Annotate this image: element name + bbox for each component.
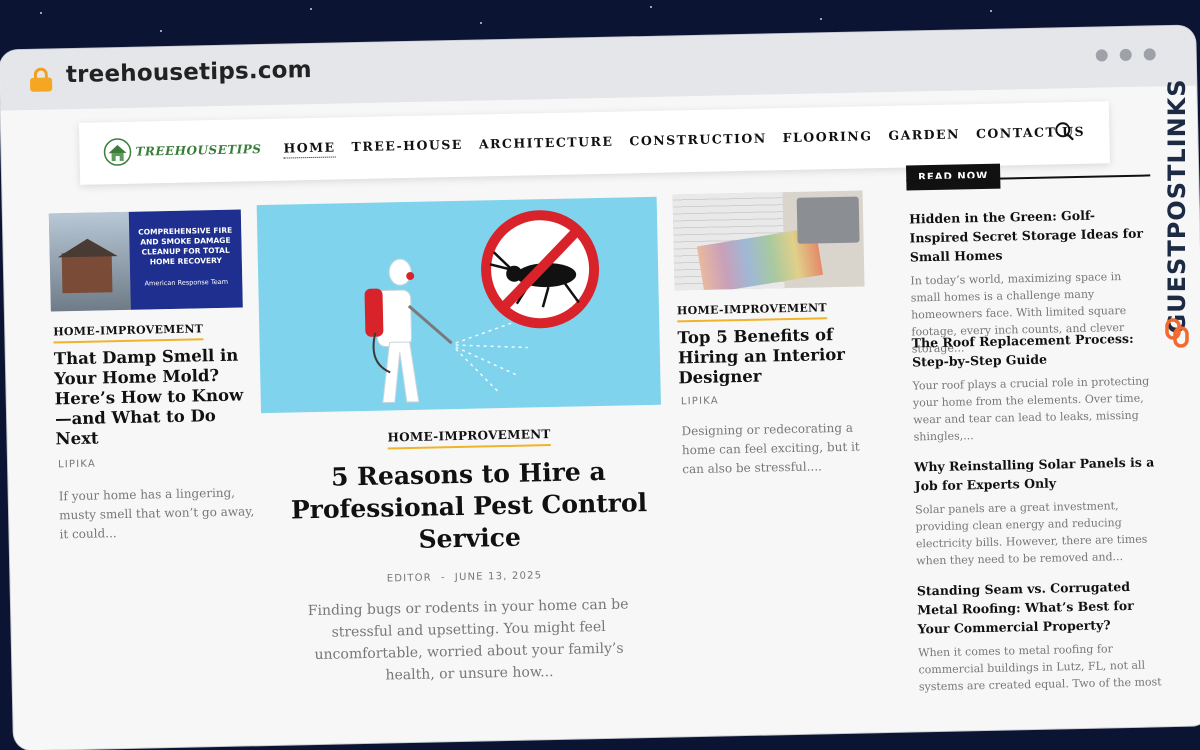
window-dot-icon[interactable] (1143, 48, 1156, 61)
featured-excerpt: Finding bugs or rodents in your home can… (307, 596, 629, 684)
featured-title[interactable]: 5 Reasons to Hire a Professional Pest Co… (278, 455, 660, 559)
browser-window: treehousetips.com TREEHOUSETIPS HOME TRE… (0, 25, 1200, 750)
logo-text: TREEHOUSETIPS (135, 142, 262, 159)
right-card-author[interactable]: LIPIKA (681, 396, 719, 408)
promo-caption: American Response Team (144, 277, 229, 288)
left-card-image[interactable]: COMPREHENSIVE FIRE AND SMOKE DAMAGE CLEA… (48, 209, 243, 312)
address-bar-url[interactable]: treehousetips.com (66, 57, 312, 88)
main-navigation: HOME TREE-HOUSE ARCHITECTURE CONSTRUCTIO… (283, 124, 1085, 159)
featured-author[interactable]: EDITOR (387, 573, 432, 585)
watermark-text: GUESTPOSTLINKS (1163, 78, 1191, 334)
sidebar-post[interactable]: The Roof Replacement Process: Step-by-St… (912, 328, 1158, 445)
nav-item-architecture[interactable]: ARCHITECTURE (479, 134, 614, 155)
pest-control-illustration (364, 210, 600, 404)
sidebar-post-excerpt: Solar panels are a great investment, pro… (915, 499, 1148, 568)
meta-separator: - (440, 572, 446, 584)
sidebar-post-title[interactable]: Standing Seam vs. Corrugated Metal Roofi… (917, 576, 1162, 638)
chain-link-icon (1165, 318, 1189, 348)
guestpostlinks-watermark: GUESTPOSTLINKS (1156, 56, 1198, 356)
laptop (796, 196, 860, 244)
sidebar-post[interactable]: Standing Seam vs. Corrugated Metal Roofi… (917, 576, 1163, 695)
promo-headline: COMPREHENSIVE FIRE AND SMOKE DAMAGE CLEA… (138, 225, 233, 267)
nav-item-construction[interactable]: CONSTRUCTION (629, 130, 767, 151)
featured-meta: EDITOR - JUNE 13, 2025 (264, 561, 664, 588)
house-photo (48, 211, 131, 312)
featured-image[interactable] (256, 196, 661, 414)
window-dot-icon[interactable] (1095, 49, 1108, 62)
sidebar-post-title[interactable]: Why Reinstalling Solar Panels is a Job f… (914, 452, 1159, 495)
featured-tag[interactable]: HOME-IMPROVEMENT (387, 427, 551, 450)
search-icon[interactable] (1053, 120, 1075, 142)
right-card-image[interactable] (672, 190, 865, 291)
right-card-title[interactable]: Top 5 Benefits of Hiring an Interior Des… (677, 324, 868, 388)
window-dot-icon[interactable] (1119, 48, 1132, 62)
right-card-excerpt: Designing or redecorating a home can fee… (681, 420, 860, 477)
screenshot-scene: treehousetips.com TREEHOUSETIPS HOME TRE… (0, 0, 1200, 750)
nav-item-tree-house[interactable]: TREE-HOUSE (351, 137, 463, 157)
sidebar-post-title[interactable]: Hidden in the Green: Golf-Inspired Secre… (909, 204, 1154, 266)
nav-item-garden[interactable]: GARDEN (888, 126, 960, 145)
right-card-tag[interactable]: HOME-IMPROVEMENT (676, 301, 828, 323)
webpage: TREEHOUSETIPS HOME TREE-HOUSE ARCHITECTU… (0, 85, 1200, 750)
promo-panel: COMPREHENSIVE FIRE AND SMOKE DAMAGE CLEA… (128, 209, 243, 310)
left-card-tag[interactable]: HOME-IMPROVEMENT (53, 322, 204, 344)
left-card-excerpt: If your home has a lingering, musty smel… (58, 485, 255, 542)
window-controls (1095, 48, 1156, 62)
featured-date: JUNE 13, 2025 (454, 570, 543, 584)
sidebar-post[interactable]: Why Reinstalling Solar Panels is a Job f… (914, 452, 1160, 569)
left-card-title[interactable]: That Damp Smell in Your Home Mold? Here’… (54, 345, 252, 449)
treehouse-logo-icon (103, 138, 132, 167)
left-card-author[interactable]: LIPIKA (58, 459, 96, 471)
sidebar-post-title[interactable]: The Roof Replacement Process: Step-by-St… (912, 328, 1157, 371)
lock-icon (29, 67, 53, 92)
nav-item-flooring[interactable]: FLOORING (783, 128, 873, 148)
site-logo[interactable]: TREEHOUSETIPS (103, 135, 262, 166)
sidebar-post-excerpt: When it comes to metal roofing for comme… (918, 642, 1162, 694)
nav-item-home[interactable]: HOME (283, 139, 336, 159)
sidebar-post-excerpt: Your roof plays a crucial role in protec… (912, 374, 1150, 444)
